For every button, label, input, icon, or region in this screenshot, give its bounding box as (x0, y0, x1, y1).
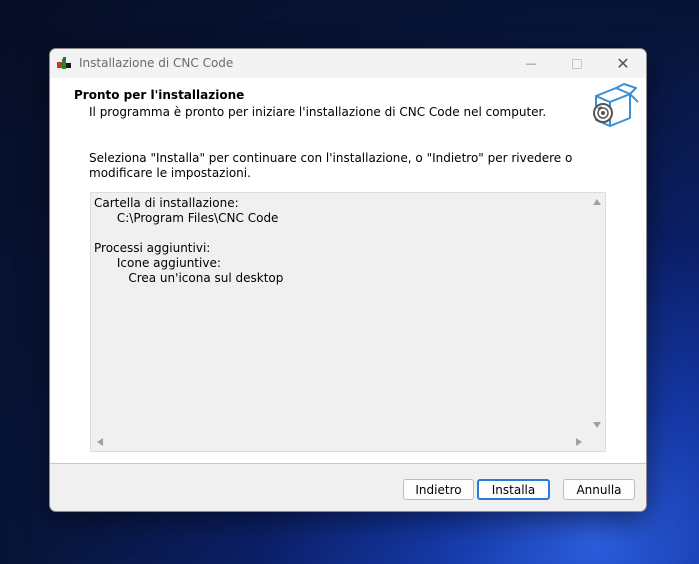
back-button[interactable]: Indietro (403, 479, 474, 500)
scrollbar-corner (588, 434, 605, 451)
minimize-button[interactable]: — (508, 49, 554, 78)
minimize-icon: — (525, 57, 537, 70)
window-title: Installazione di CNC Code (79, 56, 234, 70)
page-subtitle: Il programma è pronto per iniziare l'ins… (89, 105, 547, 119)
page-title: Pronto per l'installazione (74, 88, 245, 102)
wizard-header: Pronto per l'installazione Il programma … (50, 78, 646, 133)
memo-line: Cartella di installazione: (94, 196, 239, 210)
horizontal-scrollbar[interactable] (91, 434, 588, 451)
scroll-down-icon[interactable] (593, 422, 601, 428)
install-button[interactable]: Installa (477, 479, 550, 500)
close-icon: ✕ (616, 54, 630, 73)
memo-line: Icone aggiuntive: (94, 256, 221, 270)
memo-content: Cartella di installazione: C:\Program Fi… (94, 196, 283, 286)
cancel-button[interactable]: Annulla (563, 479, 635, 500)
title-bar[interactable]: Installazione di CNC Code — ✕ (50, 49, 646, 78)
memo-line: Processi aggiuntivi: (94, 241, 211, 255)
setup-window: Installazione di CNC Code — ✕ Pronto per… (49, 48, 647, 512)
close-button[interactable]: ✕ (600, 49, 646, 78)
installer-app-icon (57, 57, 71, 69)
maximize-icon (572, 58, 582, 69)
scroll-left-icon[interactable] (97, 438, 103, 446)
scroll-up-icon[interactable] (593, 199, 601, 205)
instruction-text: Seleziona "Installa" per continuare con … (89, 151, 573, 180)
memo-line: Crea un'icona sul desktop (94, 271, 284, 285)
vertical-scrollbar[interactable] (588, 193, 605, 434)
summary-memo[interactable]: Cartella di installazione: C:\Program Fi… (90, 192, 606, 452)
wizard-body: Seleziona "Installa" per continuare con … (50, 133, 646, 463)
scroll-right-icon[interactable] (576, 438, 582, 446)
memo-line: C:\Program Files\CNC Code (94, 211, 279, 225)
wizard-footer: Indietro Installa Annulla (50, 464, 646, 511)
maximize-button (554, 49, 600, 78)
package-box-cd-icon (593, 83, 639, 127)
